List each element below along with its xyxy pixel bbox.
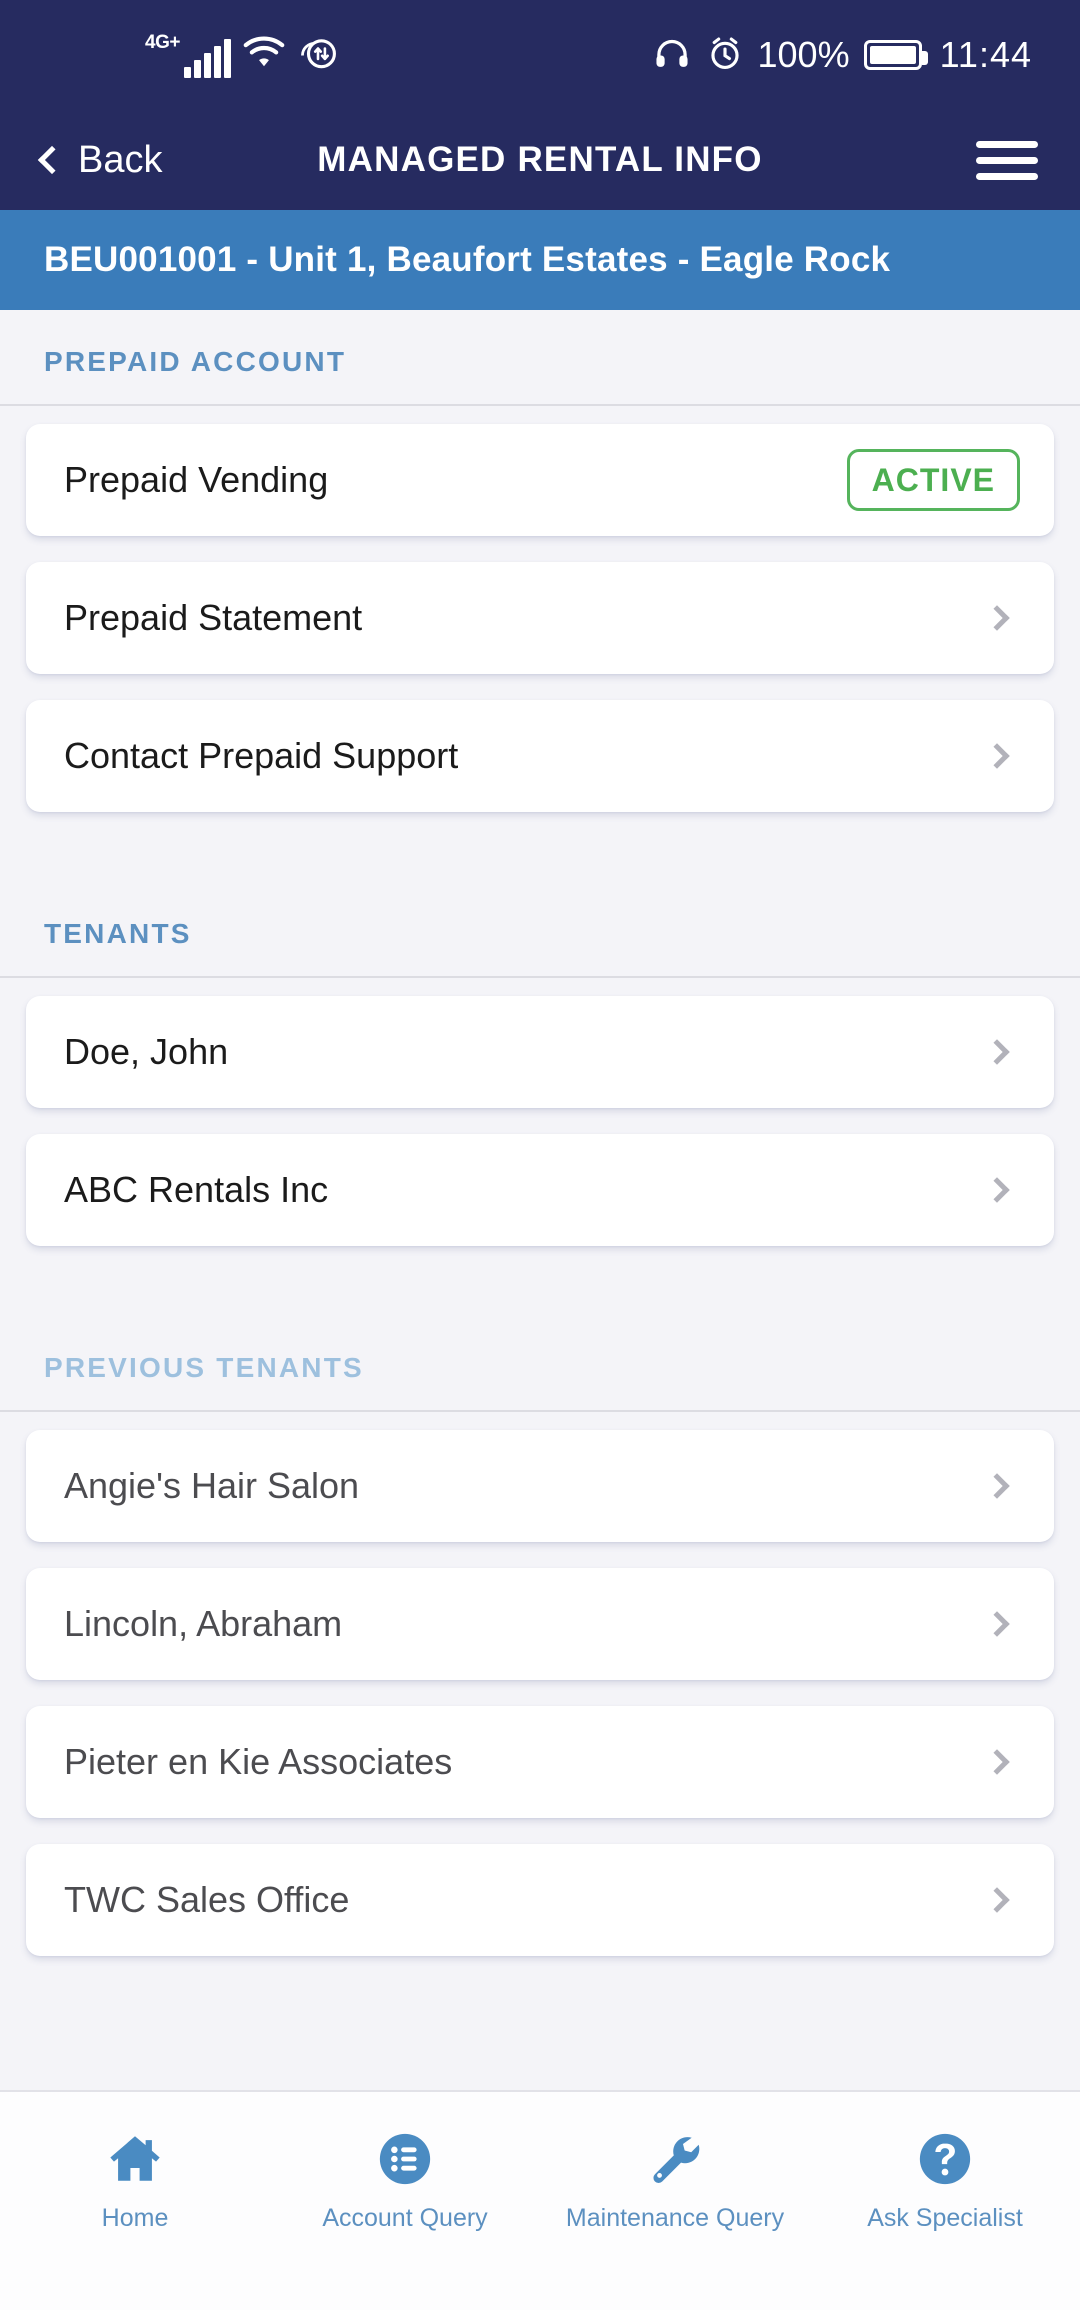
section-header: TENANTS: [0, 882, 1080, 978]
list-item[interactable]: TWC Sales Office: [26, 1844, 1054, 1956]
list-item[interactable]: Prepaid Statement: [26, 562, 1054, 674]
list-item[interactable]: Contact Prepaid Support: [26, 700, 1054, 812]
back-button-label: Back: [78, 138, 163, 181]
app-screen: 4G+ 100% 11:44 Back MANAGED RENTAL INFO …: [0, 0, 1080, 2310]
list-item-label: ABC Rentals Inc: [64, 1169, 329, 1210]
list-item[interactable]: Lincoln, Abraham: [26, 1568, 1054, 1680]
section-rows: Doe, John ABC Rentals Inc: [0, 978, 1080, 1282]
tab-account-query[interactable]: Account Query: [270, 2128, 540, 2233]
section-rows: Prepaid Vending ACTIVE Prepaid Statement Co…: [0, 406, 1080, 848]
network-type-label: 4G+: [145, 31, 180, 53]
status-badge: ACTIVE: [846, 449, 1020, 511]
chevron-right-icon: [984, 1473, 1010, 1499]
wrench-icon: [645, 2128, 705, 2190]
headset-icon: [652, 35, 692, 76]
question-circle-icon: [915, 2128, 975, 2190]
navigation-bar: Back MANAGED RENTAL INFO: [0, 110, 1080, 210]
list-item[interactable]: Angie's Hair Salon: [26, 1430, 1054, 1542]
list-item-label: Prepaid Statement: [64, 597, 363, 638]
chevron-right-icon: [984, 605, 1010, 631]
chevron-left-icon: [37, 145, 67, 175]
clock-label: 11:44: [939, 34, 1032, 75]
list-item[interactable]: Pieter en Kie Associates: [26, 1706, 1054, 1818]
section-rows: Angie's Hair Salon Lincoln, Abraham Pieter…: [0, 1412, 1080, 1992]
home-icon: [105, 2128, 165, 2190]
wifi-icon: [241, 33, 287, 76]
section-header-label: PREVIOUS TENANTS: [44, 1352, 364, 1383]
tab-home[interactable]: Home: [0, 2128, 270, 2233]
list-item-label: Prepaid Vending: [64, 459, 329, 500]
chevron-right-icon: [984, 1749, 1010, 1775]
content-scroll-area[interactable]: PREPAID ACCOUNT Prepaid Vending ACTIVE Prep…: [0, 310, 1080, 2090]
tab-label: Account Query: [322, 2204, 488, 2232]
list-item-label: Pieter en Kie Associates: [64, 1741, 453, 1782]
tab-ask-specialist[interactable]: Ask Specialist: [810, 2128, 1080, 2233]
data-transfer-icon: [297, 33, 339, 76]
chevron-right-icon: [984, 1611, 1010, 1637]
tab-label: Maintenance Query: [565, 2204, 785, 2232]
list-item-label: TWC Sales Office: [64, 1879, 350, 1920]
tab-label: Ask Specialist: [867, 2204, 1023, 2232]
tab-label: Home: [101, 2204, 169, 2232]
list-item[interactable]: Doe, John: [26, 996, 1054, 1108]
chevron-right-icon: [984, 1177, 1010, 1203]
list-item[interactable]: ABC Rentals Inc: [26, 1134, 1054, 1246]
chevron-right-icon: [984, 743, 1010, 769]
bottom-tab-bar: Home Account Query Maintenance Query Ask Sp…: [0, 2090, 1080, 2310]
battery-full-icon: [863, 40, 928, 70]
section-header: PREVIOUS TENANTS: [0, 1316, 1080, 1412]
section-header: PREPAID ACCOUNT: [0, 310, 1080, 406]
list-item[interactable]: Prepaid Vending ACTIVE: [26, 424, 1054, 536]
hamburger-menu-icon[interactable]: [976, 140, 1038, 180]
unit-subheader: BEU001001 - Unit 1, Beaufort Estates - E…: [0, 210, 1080, 310]
battery-percent-label: 100%: [757, 34, 850, 75]
list-item-label: Lincoln, Abraham: [64, 1603, 343, 1644]
signal-bars-icon: [183, 38, 231, 78]
back-button[interactable]: Back: [37, 138, 163, 182]
chevron-right-icon: [984, 1039, 1010, 1065]
unit-subheader-label: BEU001001 - Unit 1, Beaufort Estates - E…: [44, 240, 891, 279]
alarm-clock-icon: [706, 35, 744, 76]
list-item-label: Angie's Hair Salon: [64, 1465, 360, 1506]
section-header-label: TENANTS: [44, 918, 192, 949]
chevron-right-icon: [984, 1887, 1010, 1913]
section-header-label: PREPAID ACCOUNT: [44, 346, 347, 377]
status-bar-left: 4G+: [145, 33, 339, 78]
list-circle-icon: [375, 2128, 435, 2190]
list-item-label: Contact Prepaid Support: [64, 735, 459, 776]
tab-maintenance-query[interactable]: Maintenance Query: [540, 2128, 810, 2233]
status-bar: 4G+ 100% 11:44: [0, 0, 1080, 110]
status-bar-right: 100% 11:44: [652, 34, 1033, 76]
list-item-label: Doe, John: [64, 1031, 229, 1072]
